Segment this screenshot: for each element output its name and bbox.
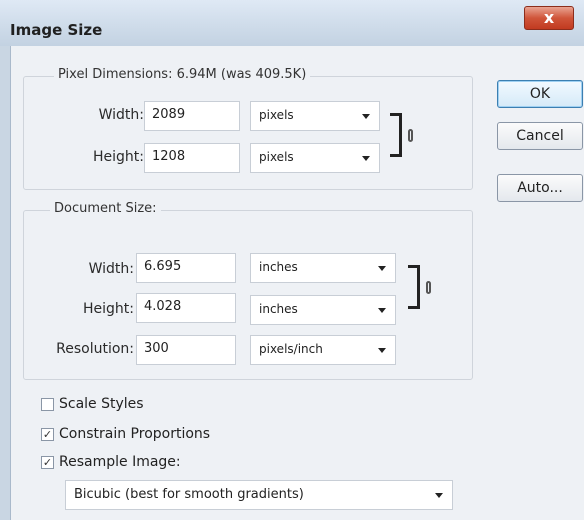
scale-styles-checkbox[interactable] (41, 398, 54, 411)
dropdown-arrow-icon (362, 156, 370, 161)
resample-method-select[interactable]: Bicubic (best for smooth gradients) (65, 480, 453, 510)
doc-height-unit: inches (259, 302, 298, 316)
pixel-width-label: Width: (98, 107, 144, 123)
resample-image-label: Resample Image: (59, 454, 181, 470)
resolution-unit: pixels/inch (259, 342, 323, 356)
close-button[interactable]: x (524, 6, 574, 30)
resample-method-value: Bicubic (best for smooth gradients) (74, 487, 304, 502)
chain-link-icon (408, 129, 413, 142)
pixel-dimensions-legend: Pixel Dimensions: 6.94M (was 409.5K) (54, 67, 311, 82)
doc-width-input[interactable]: 6.695 (136, 253, 236, 283)
dropdown-arrow-icon (435, 493, 443, 498)
auto-button[interactable]: Auto... (497, 174, 583, 202)
dropdown-arrow-icon (378, 308, 386, 313)
dialog-body: Pixel Dimensions: 6.94M (was 409.5K) Wid… (10, 46, 584, 520)
window-title: Image Size (10, 21, 103, 39)
dropdown-arrow-icon (378, 348, 386, 353)
document-size-group: Document Size: Width: 6.695 inches Heigh… (23, 201, 473, 380)
pixel-height-input[interactable]: 1208 (144, 143, 240, 173)
pixel-width-unit: pixels (259, 108, 294, 122)
title-bar: Image Size x (0, 0, 584, 46)
chain-link-icon (426, 281, 431, 294)
doc-height-unit-select[interactable]: inches (250, 295, 396, 325)
doc-width-label: Width: (88, 261, 134, 277)
document-link-bracket (408, 265, 420, 309)
dropdown-arrow-icon (362, 114, 370, 119)
pixel-link-bracket (390, 113, 402, 157)
cancel-button[interactable]: Cancel (497, 122, 583, 150)
constrain-proportions-checkbox[interactable]: ✓ (41, 428, 54, 441)
pixel-height-unit: pixels (259, 150, 294, 164)
pixel-width-unit-select[interactable]: pixels (250, 101, 380, 131)
resample-image-checkbox[interactable]: ✓ (41, 456, 54, 469)
doc-width-unit: inches (259, 260, 298, 274)
resolution-unit-select[interactable]: pixels/inch (250, 335, 396, 365)
doc-width-unit-select[interactable]: inches (250, 253, 396, 283)
pixel-height-label: Height: (93, 149, 144, 165)
document-size-legend: Document Size: (50, 201, 161, 216)
pixel-height-unit-select[interactable]: pixels (250, 143, 380, 173)
pixel-dimensions-group: Pixel Dimensions: 6.94M (was 409.5K) Wid… (23, 67, 473, 190)
constrain-proportions-label: Constrain Proportions (59, 426, 211, 442)
pixel-width-input[interactable]: 2089 (144, 101, 240, 131)
ok-button[interactable]: OK (497, 80, 583, 108)
dropdown-arrow-icon (378, 266, 386, 271)
resolution-label: Resolution: (56, 341, 134, 357)
scale-styles-label: Scale Styles (59, 396, 144, 412)
close-icon: x (543, 8, 555, 27)
doc-height-input[interactable]: 4.028 (136, 293, 236, 323)
resolution-input[interactable]: 300 (136, 335, 236, 365)
doc-height-label: Height: (83, 301, 134, 317)
